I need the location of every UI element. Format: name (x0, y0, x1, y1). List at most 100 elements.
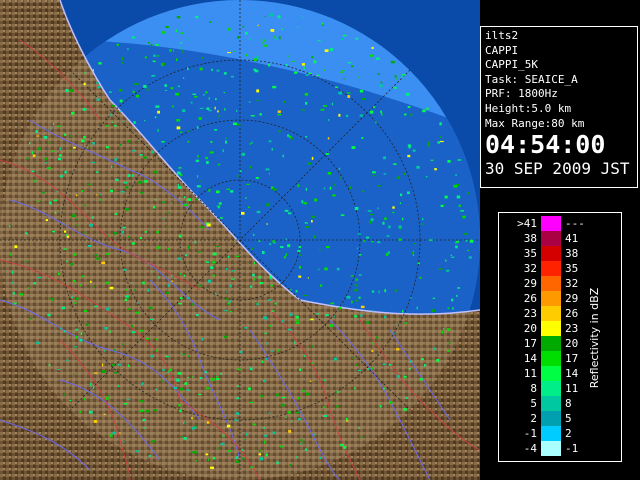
echo-pixel (114, 372, 117, 374)
echo-pixel (279, 36, 281, 40)
echo-pixel (70, 296, 74, 299)
echo-pixel (227, 304, 230, 306)
echo-pixel (338, 91, 343, 95)
echo-pixel (134, 83, 138, 85)
echo-pixel (270, 350, 274, 352)
time-display: 04:54:00 (485, 130, 606, 160)
echo-pixel (132, 90, 135, 93)
echo-pixel (180, 352, 183, 355)
echo-pixel (52, 298, 54, 302)
echo-pixel (369, 213, 374, 216)
echo-pixel (231, 278, 235, 280)
echo-pixel (356, 247, 358, 249)
echo-pixel (127, 48, 129, 51)
echo-pixel (148, 306, 153, 309)
echo-pixel (192, 376, 194, 378)
echo-pixel (327, 172, 331, 175)
echo-pixel (317, 40, 321, 42)
echo-pixel (386, 235, 390, 237)
echo-pixel (36, 341, 40, 344)
echo-pixel (36, 276, 41, 279)
echo-pixel (263, 379, 266, 383)
echo-pixel (383, 173, 387, 175)
legend-swatch (541, 291, 561, 306)
echo-pixel (136, 311, 140, 314)
echo-pixel (304, 355, 306, 357)
legend-low-value: 32 (523, 262, 537, 275)
echo-pixel (266, 203, 270, 206)
legend-low-value: -1 (523, 427, 537, 440)
echo-pixel (409, 297, 412, 299)
echo-pixel (178, 303, 182, 305)
echo-pixel (187, 67, 189, 71)
echo-pixel (150, 440, 155, 443)
echo-pixel (65, 89, 69, 92)
echo-pixel (465, 240, 468, 242)
echo-pixel (359, 114, 364, 117)
echo-pixel (468, 256, 472, 259)
echo-pixel (268, 63, 270, 67)
echo-pixel (150, 355, 154, 358)
echo-pixel (81, 139, 85, 143)
echo-pixel (369, 54, 374, 57)
echo-pixel (358, 274, 362, 276)
echo-pixel (154, 116, 157, 119)
echo-pixel (447, 349, 451, 352)
echo-pixel (59, 175, 63, 178)
echo-pixel (199, 107, 204, 109)
echo-pixel (225, 268, 228, 271)
echo-pixel (256, 99, 259, 101)
legend-low-value: -4 (523, 442, 537, 455)
echo-pixel (437, 141, 441, 144)
echo-pixel (270, 29, 275, 32)
echo-pixel (215, 378, 220, 380)
echo-pixel (427, 144, 430, 147)
echo-pixel (338, 167, 341, 170)
legend-row: 29 32 (499, 276, 599, 291)
echo-pixel (326, 246, 330, 249)
echo-pixel (402, 74, 406, 76)
echo-pixel (248, 101, 251, 103)
echo-pixel (378, 290, 380, 294)
echo-pixel (288, 328, 292, 331)
echo-pixel (392, 206, 395, 209)
echo-pixel (248, 38, 252, 40)
echo-pixel (416, 165, 420, 169)
echo-pixel (224, 108, 226, 111)
echo-pixel (151, 150, 154, 154)
legend-row: 8 11 (499, 381, 599, 396)
echo-pixel (321, 22, 324, 25)
echo-pixel (355, 364, 357, 366)
echo-pixel (206, 421, 210, 424)
echo-pixel (281, 319, 284, 323)
echo-pixel (205, 156, 208, 160)
echo-pixel (191, 427, 195, 430)
task-label: Task: SEAICE_A (485, 72, 578, 86)
echo-pixel (399, 202, 401, 204)
echo-pixel (406, 92, 410, 96)
echo-pixel (299, 254, 301, 256)
echo-pixel (187, 245, 190, 249)
echo-pixel (268, 140, 272, 143)
echo-pixel (351, 300, 353, 304)
echo-pixel (123, 403, 128, 405)
echo-pixel (296, 319, 300, 321)
echo-pixel (48, 363, 51, 367)
echo-pixel (380, 81, 383, 84)
echo-pixel (222, 435, 225, 437)
max-range-label: Max Range:80 km (485, 116, 585, 130)
echo-pixel (253, 278, 256, 281)
echo-pixel (96, 171, 99, 173)
echo-pixel (399, 228, 402, 230)
echo-pixel (106, 307, 109, 311)
echo-pixel (100, 193, 102, 196)
echo-pixel (456, 294, 458, 297)
echo-pixel (96, 194, 98, 196)
echo-pixel (99, 199, 103, 201)
echo-pixel (388, 225, 391, 229)
echo-pixel (119, 99, 123, 103)
echo-pixel (258, 453, 261, 456)
echo-pixel (144, 180, 148, 183)
echo-pixel (236, 397, 240, 400)
legend-swatch (541, 336, 561, 351)
